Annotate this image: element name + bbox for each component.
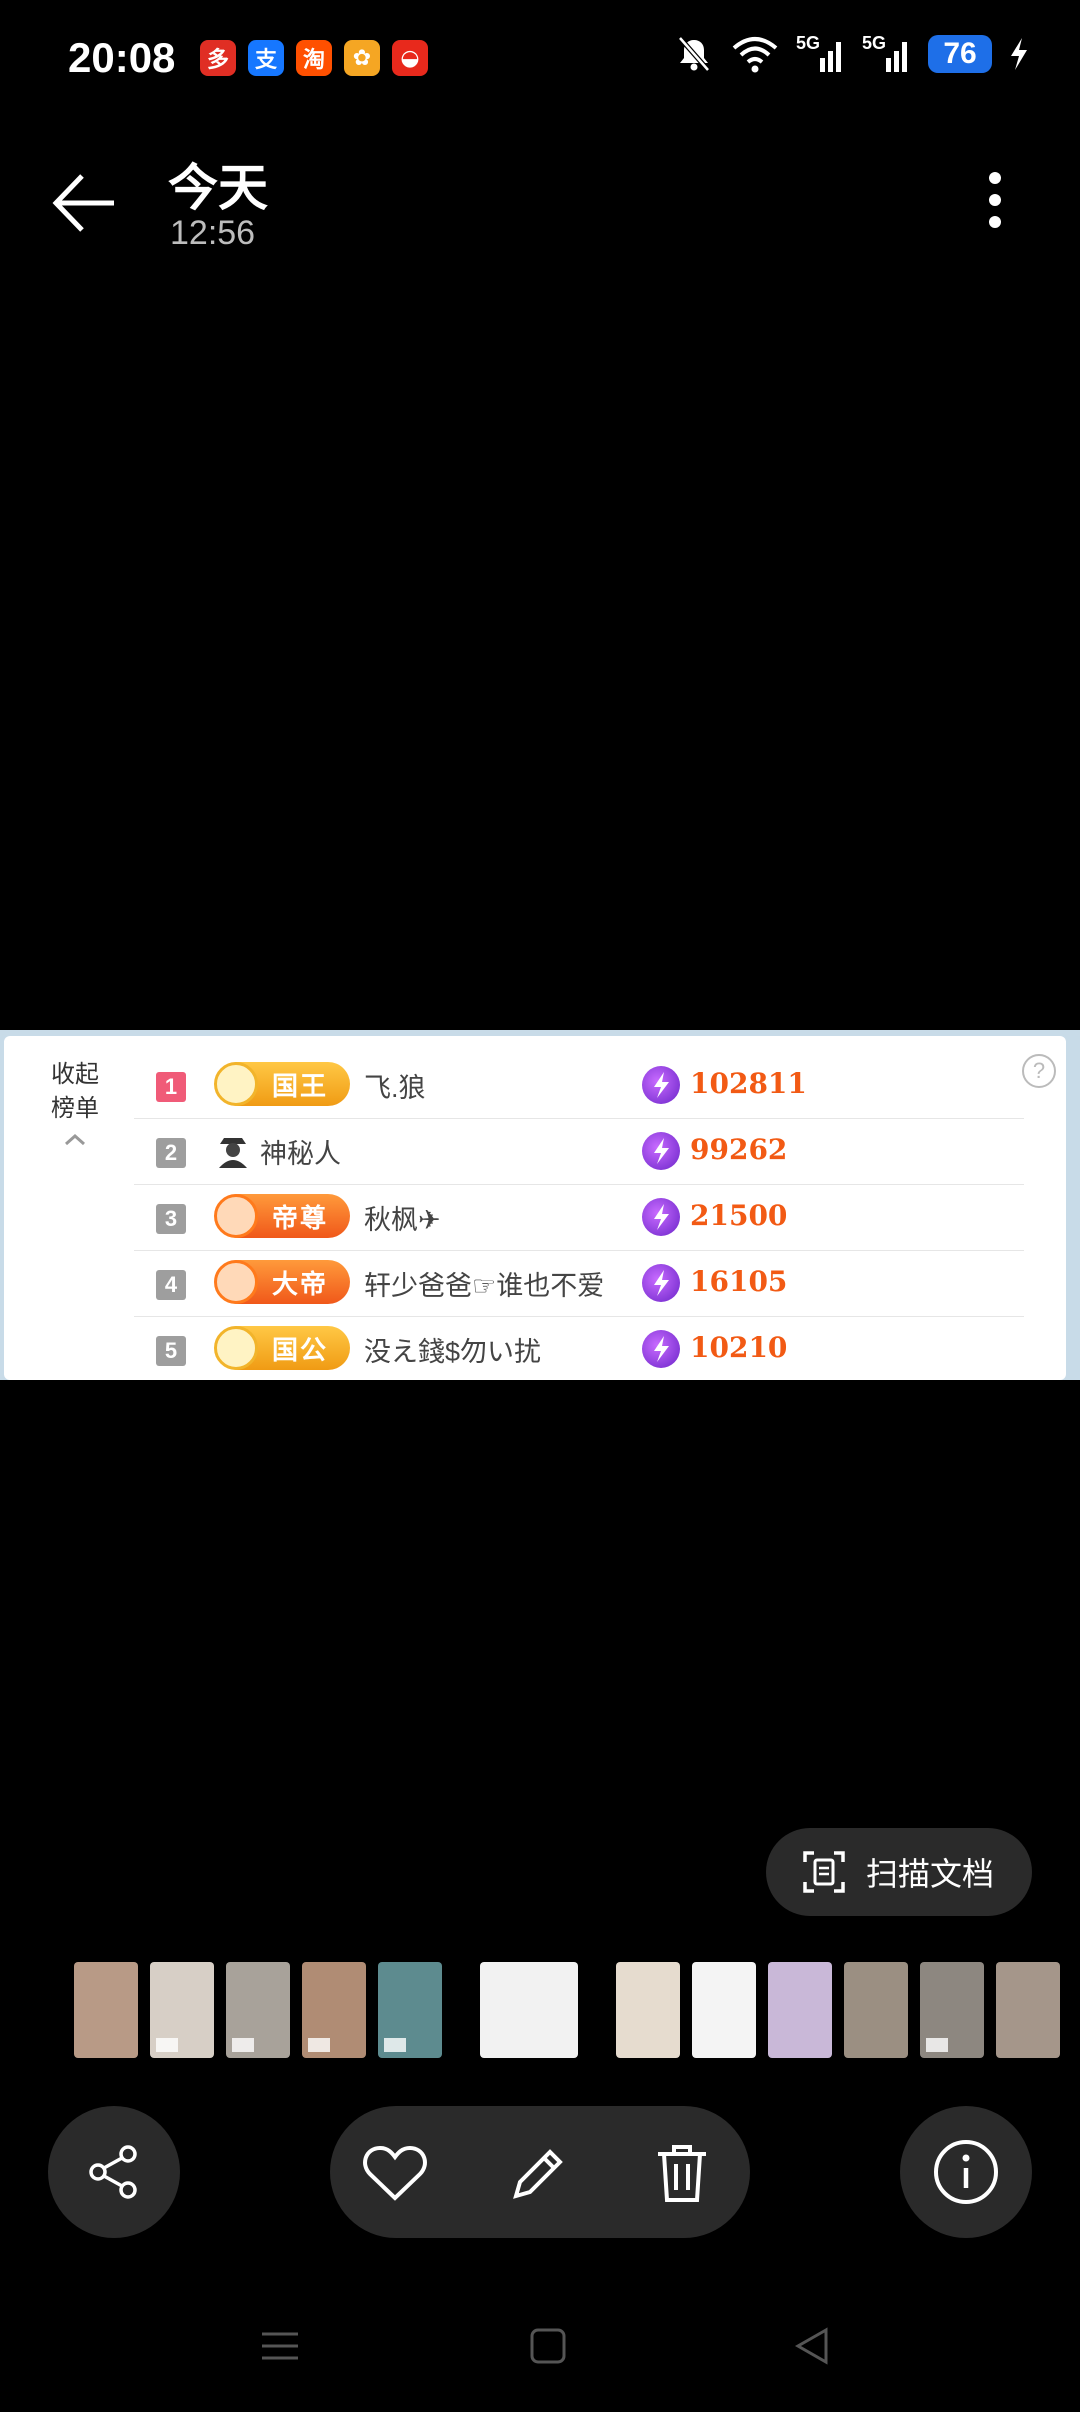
favorite-heart-icon[interactable] [362,2144,428,2202]
leaderboard-row: 3 帝尊 秋枫✈ 21500 [134,1184,1024,1251]
video-camera-icon [232,2038,254,2052]
lightning-score-icon [642,1066,680,1104]
thumbnail-video[interactable] [302,1962,366,2058]
collapse-leaderboard-button: 收起 榜单 [40,1058,110,1160]
page-title: 今天 [168,160,268,216]
rank-number: 5 [156,1336,186,1366]
back-arrow-icon[interactable] [50,168,120,238]
badge-emblem-icon [214,1326,258,1370]
user-name: 轩少爸爸☞谁也不爱 [364,1271,605,1301]
score-value: 16105 [690,1265,788,1298]
badge-label: 国公 [272,1334,329,1365]
pinduoduo-icon: 多 [200,40,236,76]
badge-label: 帝尊 [272,1202,329,1233]
collapse-label-line1: 收起 [51,1061,99,1088]
cellular-signal-2: 5G [862,34,912,74]
collapse-label-line2: 榜单 [51,1095,99,1122]
status-indicators: 5G 5G 76 [674,34,1030,74]
thumbnail-photo[interactable] [996,1962,1060,2058]
page-subtitle-time: 12:56 [170,214,256,252]
score-value: 99262 [690,1133,788,1166]
badge-emblem-icon [214,1260,258,1304]
score-value: 102811 [690,1067,807,1100]
alipay-icon: 支 [248,40,284,76]
leaderboard-row: 5 国公 没え錢$勿い扰 10210 [134,1316,1024,1380]
rank-number: 4 [156,1270,186,1300]
scan-document-icon [803,1851,845,1893]
edit-pencil-icon[interactable] [508,2144,568,2204]
taobao-icon: 淘 [296,40,332,76]
thumbnail-video[interactable] [226,1962,290,2058]
user-name: 飞.狼 [364,1073,426,1103]
lightning-score-icon [642,1132,680,1170]
video-camera-icon [308,2038,330,2052]
chevron-up-icon [65,1133,85,1146]
edit-actions-group [330,2106,750,2238]
rank-number: 1 [156,1072,186,1102]
battery-level: 76 [928,35,992,73]
lightning-score-icon [642,1264,680,1302]
lightning-score-icon [642,1330,680,1368]
rank-number: 3 [156,1204,186,1234]
mute-icon [678,36,710,72]
cellular-signal-1: 5G [796,34,846,74]
notification-app-icons: 多支淘 ✿ ◒ [200,40,428,76]
shopping-icon: ◒ [392,40,428,76]
help-icon: ? [1022,1054,1056,1088]
share-icon [89,2145,137,2199]
more-options-icon[interactable] [975,168,1015,232]
thumbnail-photo[interactable] [74,1962,138,2058]
lightning-score-icon [642,1198,680,1236]
wifi-icon [732,37,778,73]
scan-document-button[interactable]: 扫描文档 [766,1828,1032,1916]
badge-emblem-icon [214,1194,258,1238]
user-name: 神秘人 [260,1139,341,1169]
thumbnail-spacer [454,1962,468,2058]
thumbnail-photo[interactable] [844,1962,908,2058]
thumbnail-video[interactable] [150,1962,214,2058]
thumbnail-video[interactable] [378,1962,442,2058]
nav-recents-icon[interactable] [262,2328,298,2364]
rank-number: 2 [156,1138,186,1168]
thumbnail-screenshot[interactable] [480,1962,578,2058]
thumbnail-screenshot[interactable] [768,1962,832,2058]
thumbnail-screenshot[interactable] [616,1962,680,2058]
thumbnail-screenshot[interactable] [692,1962,756,2058]
leaderboard-row: 1 国王 飞.狼 102811 [134,1052,1024,1119]
video-camera-icon [156,2038,178,2052]
badge-label: 大帝 [272,1268,329,1299]
rank-title-badge: 帝尊 [214,1194,350,1238]
video-camera-icon [384,2038,406,2052]
score-value: 21500 [690,1199,788,1232]
nav-home-icon[interactable] [530,2328,566,2364]
signal-bars-icon [820,42,841,72]
info-icon [934,2140,998,2204]
nav-back-icon[interactable] [794,2326,830,2366]
info-button[interactable] [900,2106,1032,2238]
score-value: 10210 [690,1331,788,1364]
rank-title-badge: 国王 [214,1062,350,1106]
photos-icon: ✿ [344,40,380,76]
badge-emblem-icon [214,1062,258,1106]
rank-title-badge: 大帝 [214,1260,350,1304]
delete-trash-icon[interactable] [654,2142,710,2204]
thumbnail-spacer [590,1962,604,2058]
video-camera-icon [926,2038,948,2052]
anonymous-avatar-icon [219,1138,247,1168]
share-button[interactable] [48,2106,180,2238]
rank-title-badge: 国公 [214,1326,350,1370]
thumbnail-strip[interactable] [74,1962,1060,2058]
thumbnail-video[interactable] [920,1962,984,2058]
leaderboard-panel: 收起 榜单 ? 1 国王 飞.狼 102811 2 神秘人 99262 3 帝尊 秋枫✈ 21500… [4,1036,1066,1380]
user-name: 秋枫✈ [364,1205,441,1235]
charging-icon [1011,38,1027,70]
status-time: 20:08 [68,34,176,81]
leaderboard-row: 4 大帝 轩少爸爸☞谁也不爱 16105 [134,1250,1024,1317]
badge-label: 国王 [272,1070,329,1101]
signal-bars-icon [886,42,907,72]
user-name: 没え錢$勿い扰 [364,1337,542,1367]
photo-view[interactable]: 收起 榜单 ? 1 国王 飞.狼 102811 2 神秘人 99262 3 帝尊 秋枫✈ 21500… [0,1030,1080,1380]
scan-document-label: 扫描文档 [866,1856,995,1892]
leaderboard-row: 2 神秘人 99262 [134,1118,1024,1185]
